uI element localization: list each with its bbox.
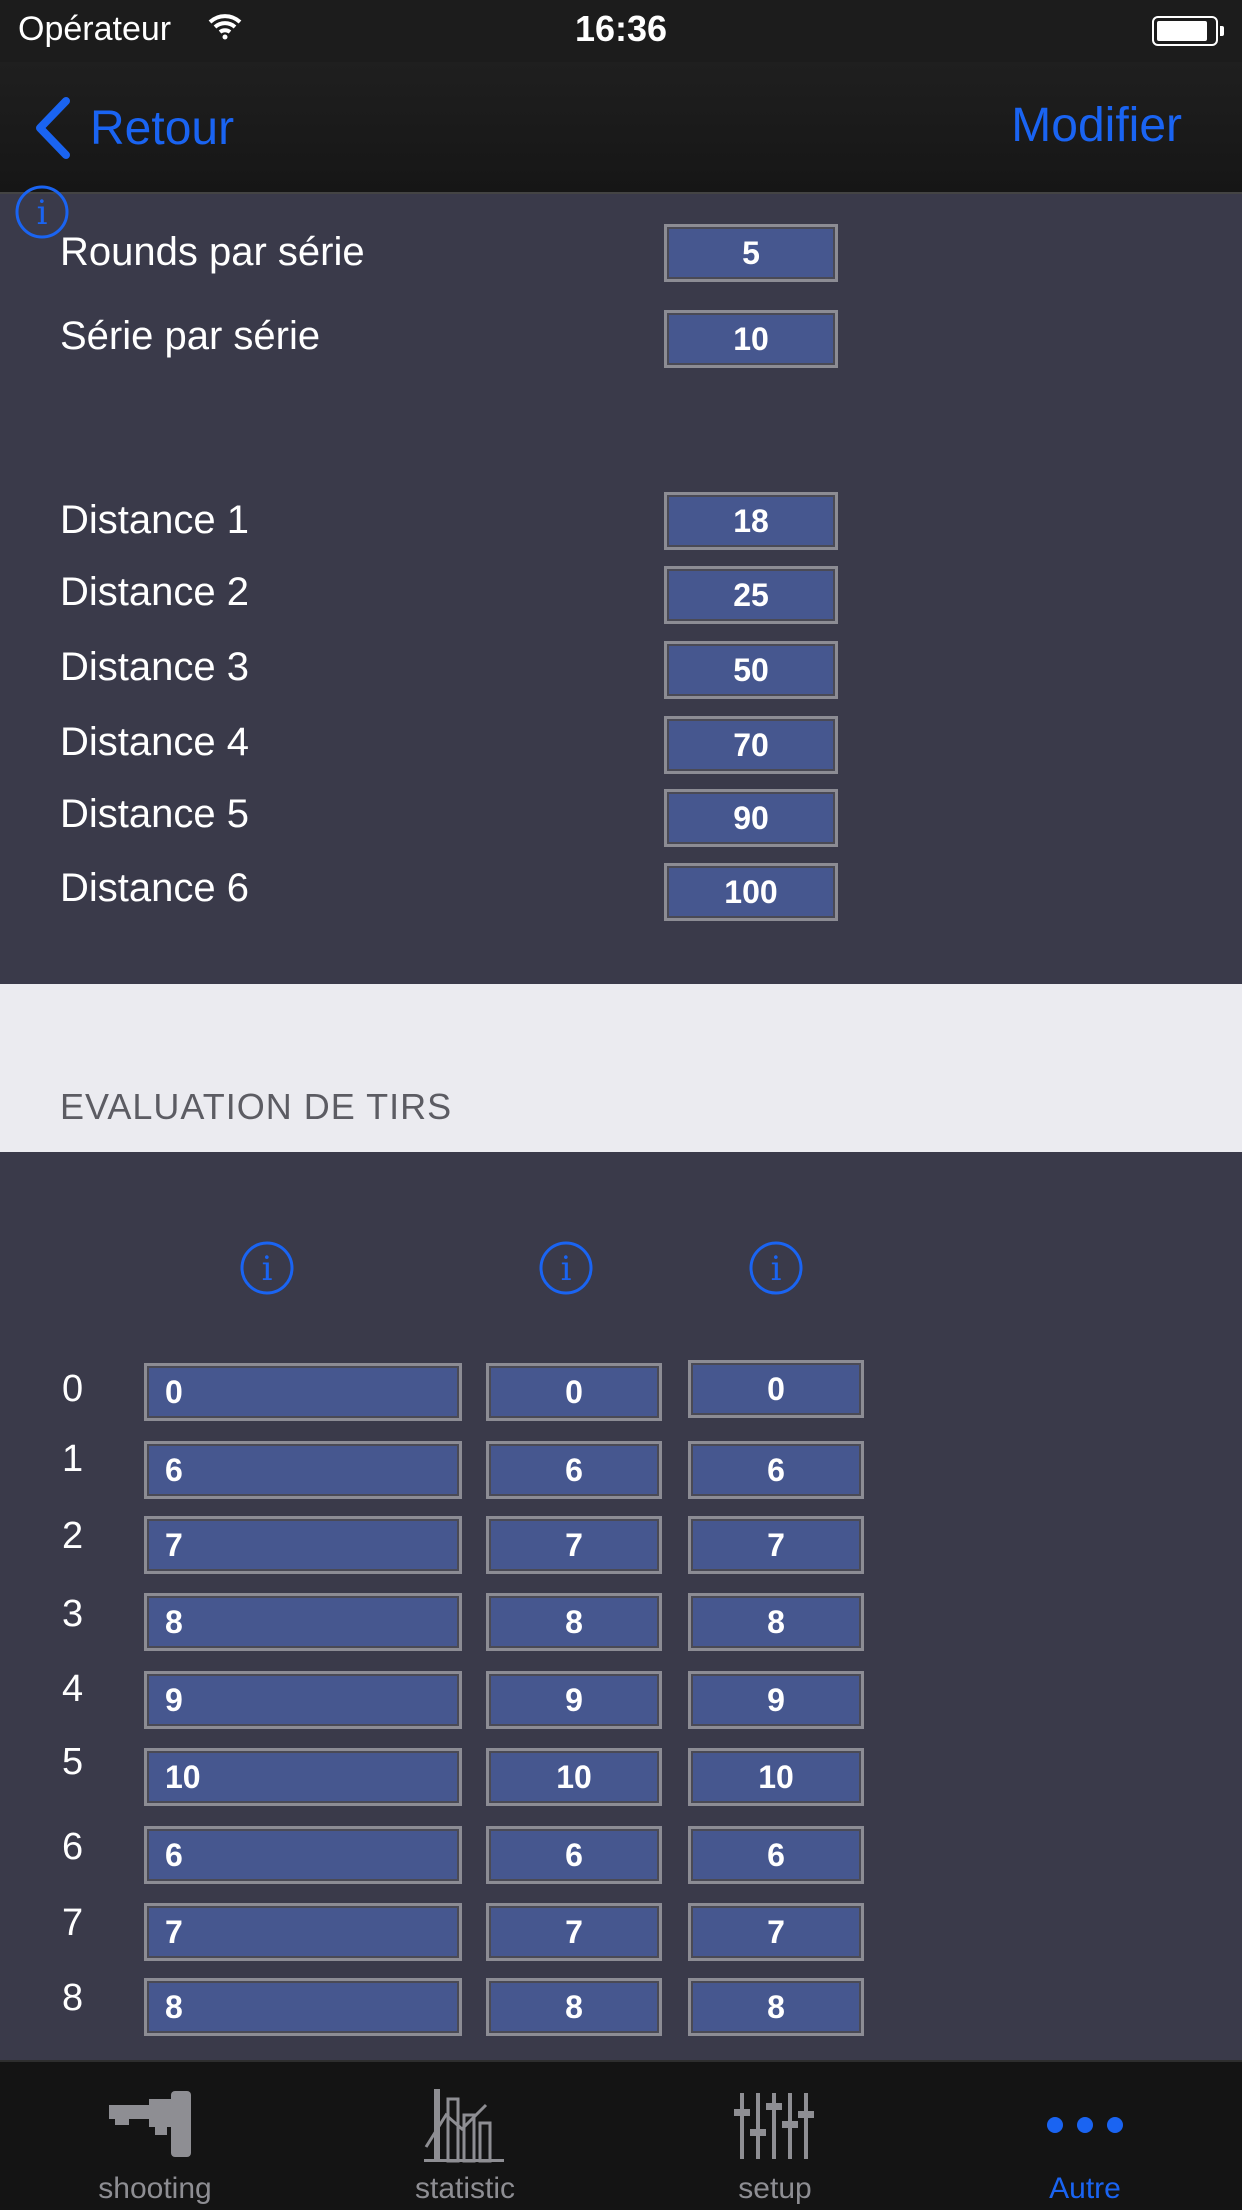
distance-label: Distance 6 — [60, 866, 249, 910]
score-field[interactable]: 8 — [144, 1593, 462, 1651]
score-field[interactable]: 9 — [486, 1671, 662, 1729]
score-field[interactable]: 8 — [486, 1593, 662, 1651]
distance-label: Distance 2 — [60, 570, 249, 614]
score-field[interactable]: 8 — [688, 1978, 864, 2036]
tab-label: statistic — [414, 2172, 516, 2205]
navigation-bar: Retour Modifier — [0, 62, 1242, 194]
score-field[interactable]: 9 — [688, 1671, 864, 1729]
distance-label: Distance 4 — [60, 720, 249, 764]
score-field[interactable]: 8 — [486, 1978, 662, 2036]
score-field[interactable]: 0 — [688, 1360, 864, 1418]
score-field[interactable]: 10 — [486, 1748, 662, 1806]
score-field[interactable]: 9 — [144, 1671, 462, 1729]
statistic-icon — [310, 2080, 620, 2170]
tab-label: Autre — [1049, 2172, 1121, 2205]
distance-label: Distance 3 — [60, 645, 249, 689]
tab-setup[interactable]: setup — [620, 2062, 930, 2210]
score-field[interactable]: 6 — [144, 1441, 462, 1499]
score-field[interactable]: 0 — [144, 1363, 462, 1421]
series-label: Série par série — [60, 314, 321, 358]
sliders-icon — [620, 2080, 930, 2170]
tab-label: setup — [738, 2172, 812, 2205]
distance-field[interactable]: 18 — [664, 492, 838, 550]
tab-statistic[interactable]: statistic — [310, 2062, 620, 2210]
score-field[interactable]: 7 — [486, 1903, 662, 1961]
score-field[interactable]: 6 — [486, 1441, 662, 1499]
row-number: 2 — [62, 1515, 84, 1557]
row-number: 6 — [62, 1826, 84, 1868]
pistol-icon — [0, 2080, 310, 2170]
rounds-field[interactable]: 5 — [664, 224, 838, 282]
section-title: EVALUATION DE TIRS — [60, 1086, 453, 1127]
svg-text:i: i — [37, 193, 48, 233]
row-number: 3 — [62, 1593, 84, 1635]
row-number: 4 — [62, 1668, 84, 1710]
chevron-left-icon — [36, 97, 70, 159]
distance-field[interactable]: 25 — [664, 566, 838, 624]
rounds-label: Rounds par série — [60, 230, 365, 274]
tab-shooting[interactable]: shooting — [0, 2062, 310, 2210]
tab-bar: shooting statistic setup Autre — [0, 2060, 1242, 2210]
score-field[interactable]: 8 — [144, 1978, 462, 2036]
series-field[interactable]: 10 — [664, 310, 838, 368]
distance-field[interactable]: 90 — [664, 789, 838, 847]
svg-text:i: i — [771, 1249, 782, 1289]
row-number: 0 — [62, 1368, 84, 1410]
score-field[interactable]: 10 — [688, 1748, 864, 1806]
score-field[interactable]: 6 — [688, 1441, 864, 1499]
score-field[interactable]: 7 — [688, 1516, 864, 1574]
back-label: Retour — [90, 101, 235, 155]
status-bar: Opérateur 16:36 — [0, 0, 1242, 62]
score-field[interactable]: 6 — [486, 1826, 662, 1884]
more-dots-icon — [930, 2080, 1240, 2170]
svg-text:i: i — [262, 1249, 273, 1289]
score-field[interactable]: 7 — [144, 1903, 462, 1961]
edit-button[interactable]: Modifier — [1011, 98, 1182, 153]
tab-more[interactable]: Autre — [930, 2062, 1240, 2210]
distance-label: Distance 1 — [60, 498, 249, 542]
back-button[interactable]: Retour — [34, 96, 234, 160]
info-icon[interactable]: i — [239, 1240, 295, 1301]
row-number: 8 — [62, 1977, 84, 2019]
clock: 16:36 — [574, 8, 668, 49]
info-icon[interactable]: i — [748, 1240, 804, 1301]
score-field[interactable]: 7 — [144, 1516, 462, 1574]
tab-label: shooting — [98, 2172, 212, 2205]
distance-field[interactable]: 100 — [664, 863, 838, 921]
distance-label: Distance 5 — [60, 792, 249, 836]
row-number: 1 — [62, 1438, 84, 1480]
score-field[interactable]: 6 — [688, 1826, 864, 1884]
svg-text:i: i — [561, 1249, 572, 1289]
row-number: 7 — [62, 1902, 84, 1944]
score-field[interactable]: 8 — [688, 1593, 864, 1651]
score-field[interactable]: 7 — [688, 1903, 864, 1961]
distance-field[interactable]: 50 — [664, 641, 838, 699]
battery-icon — [1152, 16, 1224, 46]
score-field[interactable]: 0 — [486, 1363, 662, 1421]
score-field[interactable]: 6 — [144, 1826, 462, 1884]
distance-field[interactable]: 70 — [664, 716, 838, 774]
score-field[interactable]: 10 — [144, 1748, 462, 1806]
score-field[interactable]: 7 — [486, 1516, 662, 1574]
row-number: 5 — [62, 1741, 84, 1783]
info-icon[interactable]: i — [538, 1240, 594, 1301]
